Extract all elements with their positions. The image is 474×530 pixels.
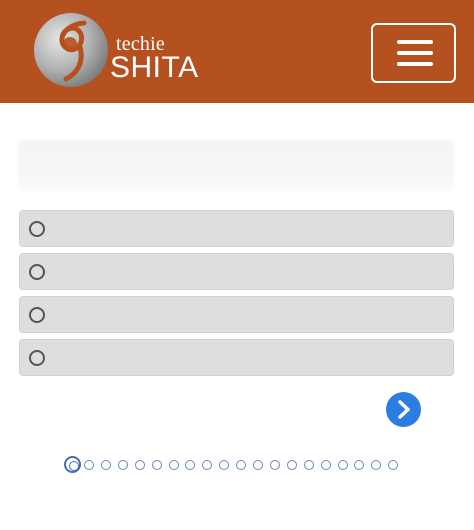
pagination-dot-10[interactable] bbox=[219, 460, 230, 470]
pagination-dot-5[interactable] bbox=[134, 460, 145, 470]
hamburger-menu-button[interactable] bbox=[371, 23, 456, 83]
logo-emblem-icon bbox=[34, 13, 108, 87]
answer-option-3[interactable] bbox=[19, 296, 454, 333]
question-pagination bbox=[62, 456, 407, 474]
pagination-dot-15[interactable] bbox=[303, 460, 314, 470]
pagination-dot-3[interactable] bbox=[100, 460, 111, 470]
pagination-dot-20[interactable] bbox=[388, 460, 399, 470]
pagination-dot-13[interactable] bbox=[269, 460, 280, 470]
pagination-dot-9[interactable] bbox=[202, 460, 213, 470]
pagination-dot-17[interactable] bbox=[337, 460, 348, 470]
answer-option-4[interactable] bbox=[19, 339, 454, 376]
hamburger-menu-icon bbox=[397, 62, 433, 66]
answer-option-1[interactable] bbox=[19, 210, 454, 247]
question-text bbox=[18, 140, 454, 190]
pagination-dot-18[interactable] bbox=[354, 460, 365, 470]
pagination-dot-1[interactable] bbox=[64, 456, 81, 473]
pagination-dot-7[interactable] bbox=[168, 460, 179, 470]
answer-option-2[interactable] bbox=[19, 253, 454, 290]
pagination-dot-6[interactable] bbox=[151, 460, 162, 470]
radio-button[interactable] bbox=[29, 350, 45, 366]
techie-shita-logo[interactable]: techie SHITA bbox=[32, 11, 232, 91]
next-question-button[interactable] bbox=[386, 392, 421, 427]
pagination-dot-19[interactable] bbox=[371, 460, 382, 470]
pagination-dot-12[interactable] bbox=[253, 460, 263, 470]
radio-button[interactable] bbox=[29, 221, 45, 237]
radio-button[interactable] bbox=[29, 264, 45, 280]
chevron-right-icon bbox=[398, 400, 410, 419]
pagination-dot-11[interactable] bbox=[236, 460, 247, 470]
hamburger-menu-icon bbox=[397, 40, 433, 44]
pagination-dot-4[interactable] bbox=[117, 460, 128, 470]
pagination-dot-16[interactable] bbox=[320, 460, 331, 470]
radio-button[interactable] bbox=[29, 307, 45, 323]
pagination-dot-8[interactable] bbox=[185, 460, 196, 470]
hamburger-menu-icon bbox=[397, 51, 433, 55]
pagination-dot-14[interactable] bbox=[286, 460, 297, 470]
pagination-dot-2[interactable] bbox=[84, 460, 94, 470]
logo-text-shita: SHITA bbox=[110, 51, 199, 84]
top-navbar: techie SHITA bbox=[0, 0, 474, 103]
